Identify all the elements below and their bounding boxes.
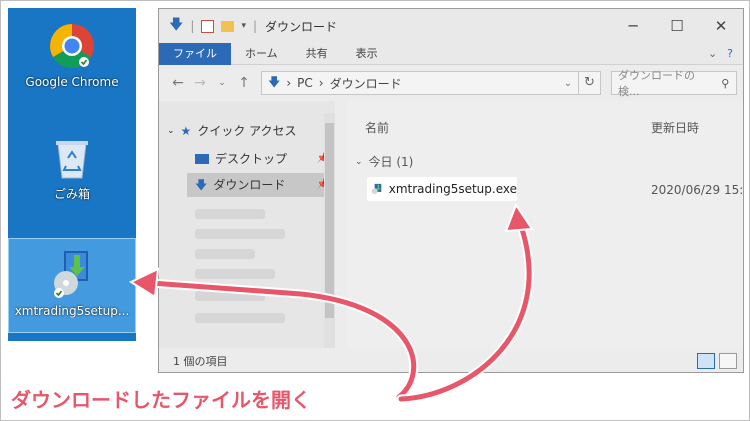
file-item-setup[interactable]: xmtrading5setup.exe — [367, 177, 517, 201]
nav-scrollbar[interactable] — [324, 113, 335, 348]
tab-view[interactable]: 表示 — [342, 43, 392, 65]
address-row: ← → ⌄ ↑ 🡇 › PC › ダウンロード ⌄ ↻ ダウンロードの検... … — [159, 65, 743, 101]
installer-icon — [54, 251, 88, 298]
recent-locations-chevron-icon[interactable]: ⌄ — [211, 78, 233, 88]
instruction-caption: ダウンロードしたファイルを開く — [11, 388, 311, 412]
forward-button[interactable]: → — [189, 75, 211, 91]
up-button[interactable]: ↑ — [233, 75, 255, 91]
chevron-down-icon[interactable]: ⌄ — [558, 78, 578, 89]
help-icon[interactable]: ? — [727, 47, 733, 60]
title-bar: 🡇 | ▾ | ダウンロード ─ ☐ ✕ — [159, 9, 743, 43]
large-icons-view-button[interactable] — [719, 353, 737, 369]
explorer-window: 🡇 | ▾ | ダウンロード ─ ☐ ✕ ファイル ホーム 共有 表示 ⌄ ? — [158, 8, 744, 373]
ribbon-tabs: ファイル ホーム 共有 表示 ⌄ ? — [159, 42, 743, 65]
new-folder-icon[interactable] — [221, 20, 235, 32]
file-list-pane: 名前 更新日時 ⌄ 今日 (1) xmtrading5setup.exe 202… — [347, 101, 744, 348]
desktop-icon-chrome[interactable]: Google Chrome — [8, 22, 136, 89]
status-bar: 1 個の項目 — [159, 348, 743, 372]
chevron-down-icon: ⌄ — [355, 156, 363, 167]
properties-icon[interactable] — [201, 19, 215, 33]
nav-label: ダウンロード — [213, 178, 286, 192]
breadcrumb-downloads[interactable]: ダウンロード — [330, 75, 402, 92]
details-view-button[interactable] — [697, 353, 715, 369]
download-arrow-icon: 🡇 — [268, 74, 281, 89]
desktop-icon-label: xmtrading5setup... — [14, 304, 130, 318]
desktop-icon-setup[interactable]: xmtrading5setup... — [8, 238, 136, 333]
blurred-nav-item — [195, 229, 285, 239]
blurred-nav-item — [195, 269, 275, 279]
tab-home[interactable]: ホーム — [231, 43, 292, 65]
screenshot-stage: Google Chrome ごみ箱 xmtrading5setup... 🡇 |… — [0, 0, 750, 421]
star-icon: ★ — [180, 124, 192, 138]
group-header-today[interactable]: ⌄ 今日 (1) — [355, 153, 413, 170]
download-arrow-icon: 🡇 — [195, 178, 208, 192]
quick-access-toolbar: 🡇 | ▾ | — [159, 14, 257, 38]
minimize-button[interactable]: ─ — [611, 17, 655, 35]
nav-desktop[interactable]: デスクトップ 📌 — [195, 147, 335, 171]
navigation-pane: ⌄ ★ クイック アクセス デスクトップ 📌 🡇 ダウンロード 📌 — [159, 101, 335, 348]
breadcrumb-pc[interactable]: PC — [297, 76, 313, 90]
desktop-folder-icon — [195, 154, 209, 164]
close-button[interactable]: ✕ — [699, 17, 743, 35]
group-label: 今日 (1) — [368, 155, 414, 169]
scrollbar-thumb[interactable] — [325, 123, 334, 318]
tab-share[interactable]: 共有 — [292, 43, 342, 65]
column-header-date[interactable]: 更新日時 — [651, 119, 699, 136]
search-box[interactable]: ダウンロードの検... ⚲ — [611, 69, 737, 98]
file-name: xmtrading5setup.exe — [388, 182, 517, 196]
chrome-icon — [50, 24, 94, 68]
window-title: ダウンロード — [265, 19, 338, 34]
nav-label: デスクトップ — [215, 152, 288, 166]
blurred-nav-item — [195, 209, 265, 219]
desktop-icon-label: Google Chrome — [25, 75, 119, 89]
desktop-icon-recycle-bin[interactable]: ごみ箱 — [8, 136, 136, 202]
search-placeholder: ダウンロードの検... — [618, 69, 695, 98]
blurred-nav-item — [195, 249, 255, 259]
refresh-button[interactable]: ↻ — [579, 71, 601, 95]
nav-label: クイック アクセス — [197, 124, 297, 138]
chevron-down-icon[interactable]: ▾ — [241, 21, 246, 31]
search-icon[interactable]: ⚲ — [714, 77, 736, 90]
file-date: 2020/06/29 15: — [651, 183, 744, 197]
installer-icon — [371, 183, 382, 195]
blurred-nav-item — [195, 313, 285, 323]
column-header-name[interactable]: 名前 — [365, 119, 389, 136]
address-bar[interactable]: 🡇 › PC › ダウンロード ⌄ — [261, 71, 579, 95]
download-arrow-icon: 🡇 — [169, 17, 184, 33]
desktop: Google Chrome ごみ箱 xmtrading5setup... — [8, 8, 136, 341]
expand-ribbon-icon[interactable]: ⌄ — [708, 47, 717, 60]
window-controls: ─ ☐ ✕ — [611, 17, 743, 35]
nav-downloads[interactable]: 🡇 ダウンロード 📌 — [187, 173, 335, 197]
nav-quick-access[interactable]: ⌄ ★ クイック アクセス — [167, 119, 297, 143]
blurred-nav-item — [195, 291, 265, 301]
chevron-down-icon: ⌄ — [167, 126, 175, 136]
item-count: 1 個の項目 — [173, 355, 228, 368]
desktop-icon-label: ごみ箱 — [53, 187, 90, 201]
maximize-button[interactable]: ☐ — [655, 17, 699, 35]
back-button[interactable]: ← — [167, 75, 189, 91]
recycle-bin-icon — [56, 141, 88, 179]
tab-file[interactable]: ファイル — [159, 42, 231, 65]
